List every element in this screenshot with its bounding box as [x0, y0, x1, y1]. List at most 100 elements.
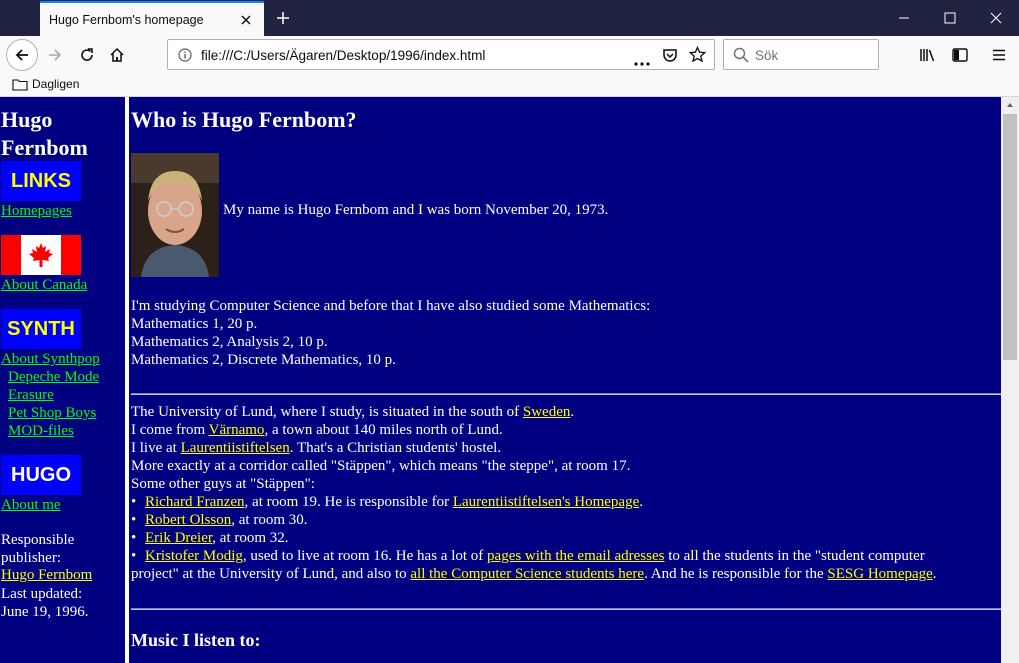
hugo-badge: HUGO	[1, 455, 81, 495]
corridor-line: More exactly at a corridor called "Stäpp…	[131, 458, 631, 474]
link-about-synthpop[interactable]: About Synthpop	[1, 351, 100, 368]
new-tab-icon[interactable]	[268, 4, 298, 32]
link-erasure[interactable]: Erasure	[8, 387, 54, 404]
text-span: , at room 30.	[231, 512, 308, 528]
link-kristofer-modig[interactable]: Kristofer Modig	[145, 548, 243, 564]
hometown-line: I come from Värnamo, a town about 140 mi…	[131, 421, 503, 439]
link-laurentiistiftelsen[interactable]: Laurentiistiftelsen	[181, 440, 290, 456]
title-bar: Hugo Fernbom's homepage	[0, 0, 1019, 36]
scroll-up-icon[interactable]	[1006, 102, 1014, 108]
minimize-icon[interactable]	[881, 0, 927, 36]
reload-icon[interactable]	[74, 41, 100, 69]
back-arrow-icon[interactable]	[6, 39, 38, 71]
study-item: Mathematics 1, 20 p.	[131, 316, 258, 332]
links-badge: LINKS	[1, 161, 81, 201]
page-content: Hugo Fernbom LINKS Homepages About Canad…	[0, 97, 1019, 663]
text-span: I live at	[131, 440, 181, 456]
other-guys-line: Some other guys at "Stäppen":	[131, 476, 315, 492]
sidebar-toggle-icon[interactable]	[947, 41, 973, 69]
text-span: . And he is responsible for the	[644, 566, 828, 582]
updated-label: Last updated:	[1, 586, 83, 602]
text-span: , used to live at room 16. He has a lot …	[242, 548, 488, 564]
link-email-adresses[interactable]: pages with the email adresses	[487, 548, 664, 564]
bookmark-folder-dagligen[interactable]: Dagligen	[12, 77, 79, 91]
publisher-label-2: publisher:	[1, 550, 61, 566]
canada-flag-icon	[1, 235, 81, 275]
pocket-icon[interactable]	[662, 47, 678, 68]
synth-badge: SYNTH	[1, 309, 81, 349]
link-varnamo[interactable]: Värnamo	[209, 422, 265, 438]
home-icon[interactable]	[104, 41, 130, 69]
bookmarks-toolbar: Dagligen	[0, 74, 1019, 97]
list-item: • Erik Dreier, at room 32.	[131, 530, 289, 546]
link-about-canada[interactable]: About Canada	[1, 277, 87, 294]
text-span: to all the students in the "student comp…	[664, 548, 925, 564]
folder-icon	[12, 78, 28, 91]
link-depeche-mode[interactable]: Depeche Mode	[8, 369, 99, 386]
text-span: .	[570, 404, 575, 420]
page-actions-icon[interactable]	[634, 53, 650, 71]
studies-intro: I'm studying Computer Science and before…	[131, 298, 651, 314]
link-homepages[interactable]: Homepages	[1, 203, 72, 220]
site-owner-name: Hugo Fernbom	[1, 106, 121, 162]
link-robert-olsson[interactable]: Robert Olsson	[145, 512, 231, 528]
study-item: Mathematics 2, Analysis 2, 10 p.	[131, 334, 328, 350]
text-span: project" at the University of Lund, and …	[131, 566, 411, 582]
tab-title: Hugo Fernbom's homepage	[49, 12, 204, 27]
link-mod-files[interactable]: MOD-files	[8, 423, 74, 440]
link-erik-dreier[interactable]: Erik Dreier	[145, 530, 212, 546]
music-heading: Music I listen to:	[131, 630, 261, 650]
list-item-continued: project" at the University of Lund, and …	[131, 565, 937, 583]
owner-name-line2: Fernbom	[1, 135, 88, 160]
search-placeholder: Sök	[755, 48, 779, 63]
page-heading: Who is Hugo Fernbom?	[131, 107, 357, 132]
info-icon[interactable]	[178, 48, 192, 67]
navigation-toolbar: file:///C:/Users/Ägaren/Desktop/1996/ind…	[0, 36, 1019, 74]
forward-arrow-icon[interactable]	[42, 41, 68, 69]
text-span: I come from	[131, 422, 209, 438]
bookmark-label: Dagligen	[32, 77, 80, 91]
search-icon	[733, 47, 749, 68]
study-item: Mathematics 2, Discrete Mathematics, 10 …	[131, 352, 396, 368]
text-span: .	[932, 566, 937, 582]
search-bar[interactable]: Sök	[723, 39, 879, 70]
browser-tab[interactable]: Hugo Fernbom's homepage	[40, 1, 264, 36]
residence-line: I live at Laurentiistiftelsen. That's a …	[131, 439, 501, 457]
link-pet-shop-boys[interactable]: Pet Shop Boys	[8, 405, 96, 422]
close-tab-icon[interactable]	[234, 8, 258, 32]
updated-date: June 19, 1996.	[1, 604, 89, 620]
horizontal-rule	[131, 393, 1001, 395]
text-span: , at room 32.	[212, 530, 289, 546]
menu-hamburger-icon[interactable]	[986, 41, 1012, 69]
intro-text: My name is Hugo Fernbom and I was born N…	[223, 202, 609, 218]
link-about-me[interactable]: About me	[1, 497, 61, 514]
url-bar[interactable]: file:///C:/Users/Ägaren/Desktop/1996/ind…	[167, 39, 715, 70]
link-computer-science-students[interactable]: all the Computer Science students here	[410, 566, 644, 582]
link-sesg-homepage[interactable]: SESG Homepage	[827, 566, 932, 582]
text-span: The University of Lund, where I study, i…	[131, 404, 523, 420]
link-sweden[interactable]: Sweden	[523, 404, 571, 420]
maximize-icon[interactable]	[927, 0, 973, 36]
bookmark-star-icon[interactable]	[688, 45, 707, 68]
url-text: file:///C:/Users/Ägaren/Desktop/1996/ind…	[201, 48, 486, 63]
scrollbar-thumb[interactable]	[1003, 114, 1017, 360]
link-richard-franzen[interactable]: Richard Franzen	[145, 494, 245, 510]
link-laurentiistiftelsen-homepage[interactable]: Laurentiistiftelsen's Homepage	[453, 494, 639, 510]
publisher-label: Responsible	[1, 532, 75, 548]
portrait-photo	[131, 153, 219, 277]
horizontal-rule	[131, 608, 1001, 610]
main-content-frame: Who is Hugo Fernbom? My name is Hugo Fer…	[129, 97, 1001, 663]
text-span: , at room 19. He is responsible for	[244, 494, 453, 510]
university-line: The University of Lund, where I study, i…	[131, 403, 574, 421]
list-item: • Robert Olsson, at room 30.	[131, 512, 308, 528]
list-item: • Kristofer Modig, used to live at room 1…	[131, 548, 925, 564]
owner-name-line1: Hugo	[1, 107, 53, 132]
left-navigation-frame: Hugo Fernbom LINKS Homepages About Canad…	[0, 97, 125, 663]
text-span: .	[639, 494, 643, 510]
library-icon[interactable]	[915, 41, 941, 69]
vertical-scrollbar[interactable]	[1001, 97, 1019, 663]
close-window-icon[interactable]	[973, 0, 1019, 36]
text-span: . That's a Christian students' hostel.	[289, 440, 502, 456]
link-publisher-name[interactable]: Hugo Fernbom	[1, 567, 92, 584]
text-span: , a town about 140 miles north of Lund.	[264, 422, 503, 438]
